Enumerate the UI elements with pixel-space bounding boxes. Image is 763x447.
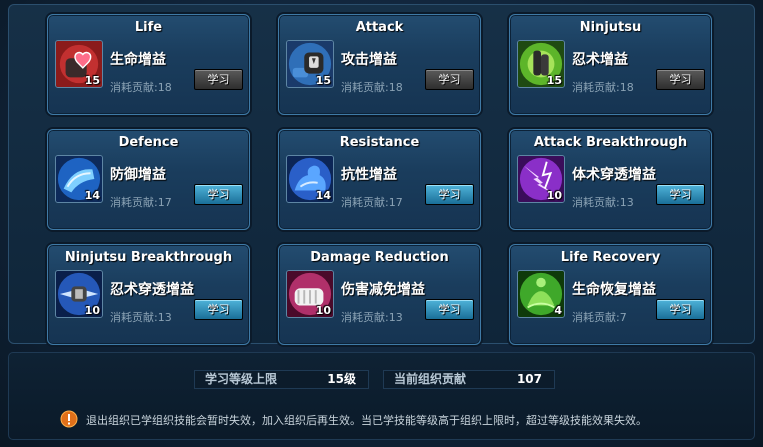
learn-button[interactable]: 学习: [194, 69, 243, 90]
skill-level: 10: [315, 304, 331, 317]
skill-card-attack: Attack 15 攻击增益 消耗贡献:18 学习: [278, 14, 481, 115]
skill-name: 忍术增益: [572, 52, 628, 68]
contribution-label: 当前组织贡献: [394, 372, 467, 386]
skill-level: 10: [546, 189, 562, 202]
skill-cost: 消耗贡献:13: [110, 311, 172, 324]
skill-level: 15: [84, 74, 100, 87]
skill-title: Ninjutsu: [579, 20, 642, 35]
skill-card-attack-breakthrough: Attack Breakthrough 10 体术穿透增益 消耗贡献:13 学习: [509, 129, 712, 230]
skill-card-damage-reduction: Damage Reduction 10 伤害减免增益 消耗贡献:13 学习: [278, 244, 481, 345]
learn-button[interactable]: 学习: [425, 299, 474, 320]
defence-arm-guard-icon: 14: [55, 155, 103, 203]
contribution-stat: 当前组织贡献 107: [383, 370, 555, 389]
skill-name: 抗性增益: [341, 167, 397, 183]
damage-reduction-bandaged-fist-icon: 10: [286, 270, 334, 318]
skill-card-ninjutsu: Ninjutsu 15 忍术增益 消耗贡献:18 学习: [509, 14, 712, 115]
skill-name: 生命增益: [110, 52, 166, 68]
life-heart-fist-icon: 15: [55, 40, 103, 88]
skill-title: Attack Breakthrough: [533, 135, 688, 150]
skill-cost: 消耗贡献:18: [341, 81, 403, 94]
skill-title: Resistance: [339, 135, 420, 150]
max-level-value: 15级: [327, 372, 356, 386]
learn-button[interactable]: 学习: [656, 299, 705, 320]
skill-card-resistance: Resistance 14 抗性增益 消耗贡献:17 学习: [278, 129, 481, 230]
skill-name: 攻击增益: [341, 52, 397, 68]
skill-title: Life: [134, 20, 163, 35]
learn-button[interactable]: 学习: [425, 184, 474, 205]
attack-fist-icon: 15: [286, 40, 334, 88]
skill-title: Defence: [118, 135, 179, 150]
skill-level: 14: [315, 189, 331, 202]
guild-skill-panel: Life 15 生命增益 消耗贡献:18 学习 Attack 15 攻击增益 消…: [0, 0, 763, 447]
learn-button[interactable]: 学习: [656, 184, 705, 205]
skill-card-defence: Defence 14 防御增益 消耗贡献:17 学习: [47, 129, 250, 230]
learn-button[interactable]: 学习: [194, 184, 243, 205]
skill-level: 15: [546, 74, 562, 87]
attack-breakthrough-lightning-icon: 10: [517, 155, 565, 203]
learn-button[interactable]: 学习: [425, 69, 474, 90]
skill-name: 防御增益: [110, 167, 166, 183]
contribution-value: 107: [516, 372, 542, 386]
notice-text: 退出组织已学组织技能会暂时失效，加入组织后再生效。当已学技能等级高于组织上限时，…: [86, 414, 647, 427]
skill-card-life: Life 15 生命增益 消耗贡献:18 学习: [47, 14, 250, 115]
skill-cost: 消耗贡献:7: [572, 311, 627, 324]
skill-cost: 消耗贡献:17: [341, 196, 403, 209]
skill-cost: 消耗贡献:13: [572, 196, 634, 209]
skill-cost: 消耗贡献:13: [341, 311, 403, 324]
skill-cost: 消耗贡献:17: [110, 196, 172, 209]
skill-level: 14: [84, 189, 100, 202]
skill-name: 体术穿透增益: [572, 167, 656, 183]
skill-title: Life Recovery: [560, 250, 661, 265]
skill-card-ninjutsu-breakthrough: Ninjutsu Breakthrough 10 忍术穿透增益 消耗贡献:13 …: [47, 244, 250, 345]
skill-title: Damage Reduction: [310, 250, 449, 265]
warning-icon: [60, 410, 78, 428]
skill-title: Ninjutsu Breakthrough: [64, 250, 233, 265]
skill-name: 忍术穿透增益: [110, 282, 194, 298]
skill-cost: 消耗贡献:18: [110, 81, 172, 94]
max-level-stat: 学习等级上限 15级: [194, 370, 369, 389]
ninjutsu-breakthrough-hand-icon: 10: [55, 270, 103, 318]
skill-name: 伤害减免增益: [341, 282, 425, 298]
ninjutsu-hand-sign-icon: 15: [517, 40, 565, 88]
resistance-flexed-arm-icon: 14: [286, 155, 334, 203]
max-level-label: 学习等级上限: [205, 372, 278, 386]
learn-button[interactable]: 学习: [656, 69, 705, 90]
skill-title: Attack: [355, 20, 404, 35]
skill-cost: 消耗贡献:18: [572, 81, 634, 94]
life-recovery-meditation-icon: 4: [517, 270, 565, 318]
skill-name: 生命恢复增益: [572, 282, 656, 298]
skill-card-life-recovery: Life Recovery 4 生命恢复增益 消耗贡献:7 学习: [509, 244, 712, 345]
skill-level: 4: [554, 304, 562, 317]
skill-level: 10: [84, 304, 100, 317]
skill-level: 15: [315, 74, 331, 87]
learn-button[interactable]: 学习: [194, 299, 243, 320]
